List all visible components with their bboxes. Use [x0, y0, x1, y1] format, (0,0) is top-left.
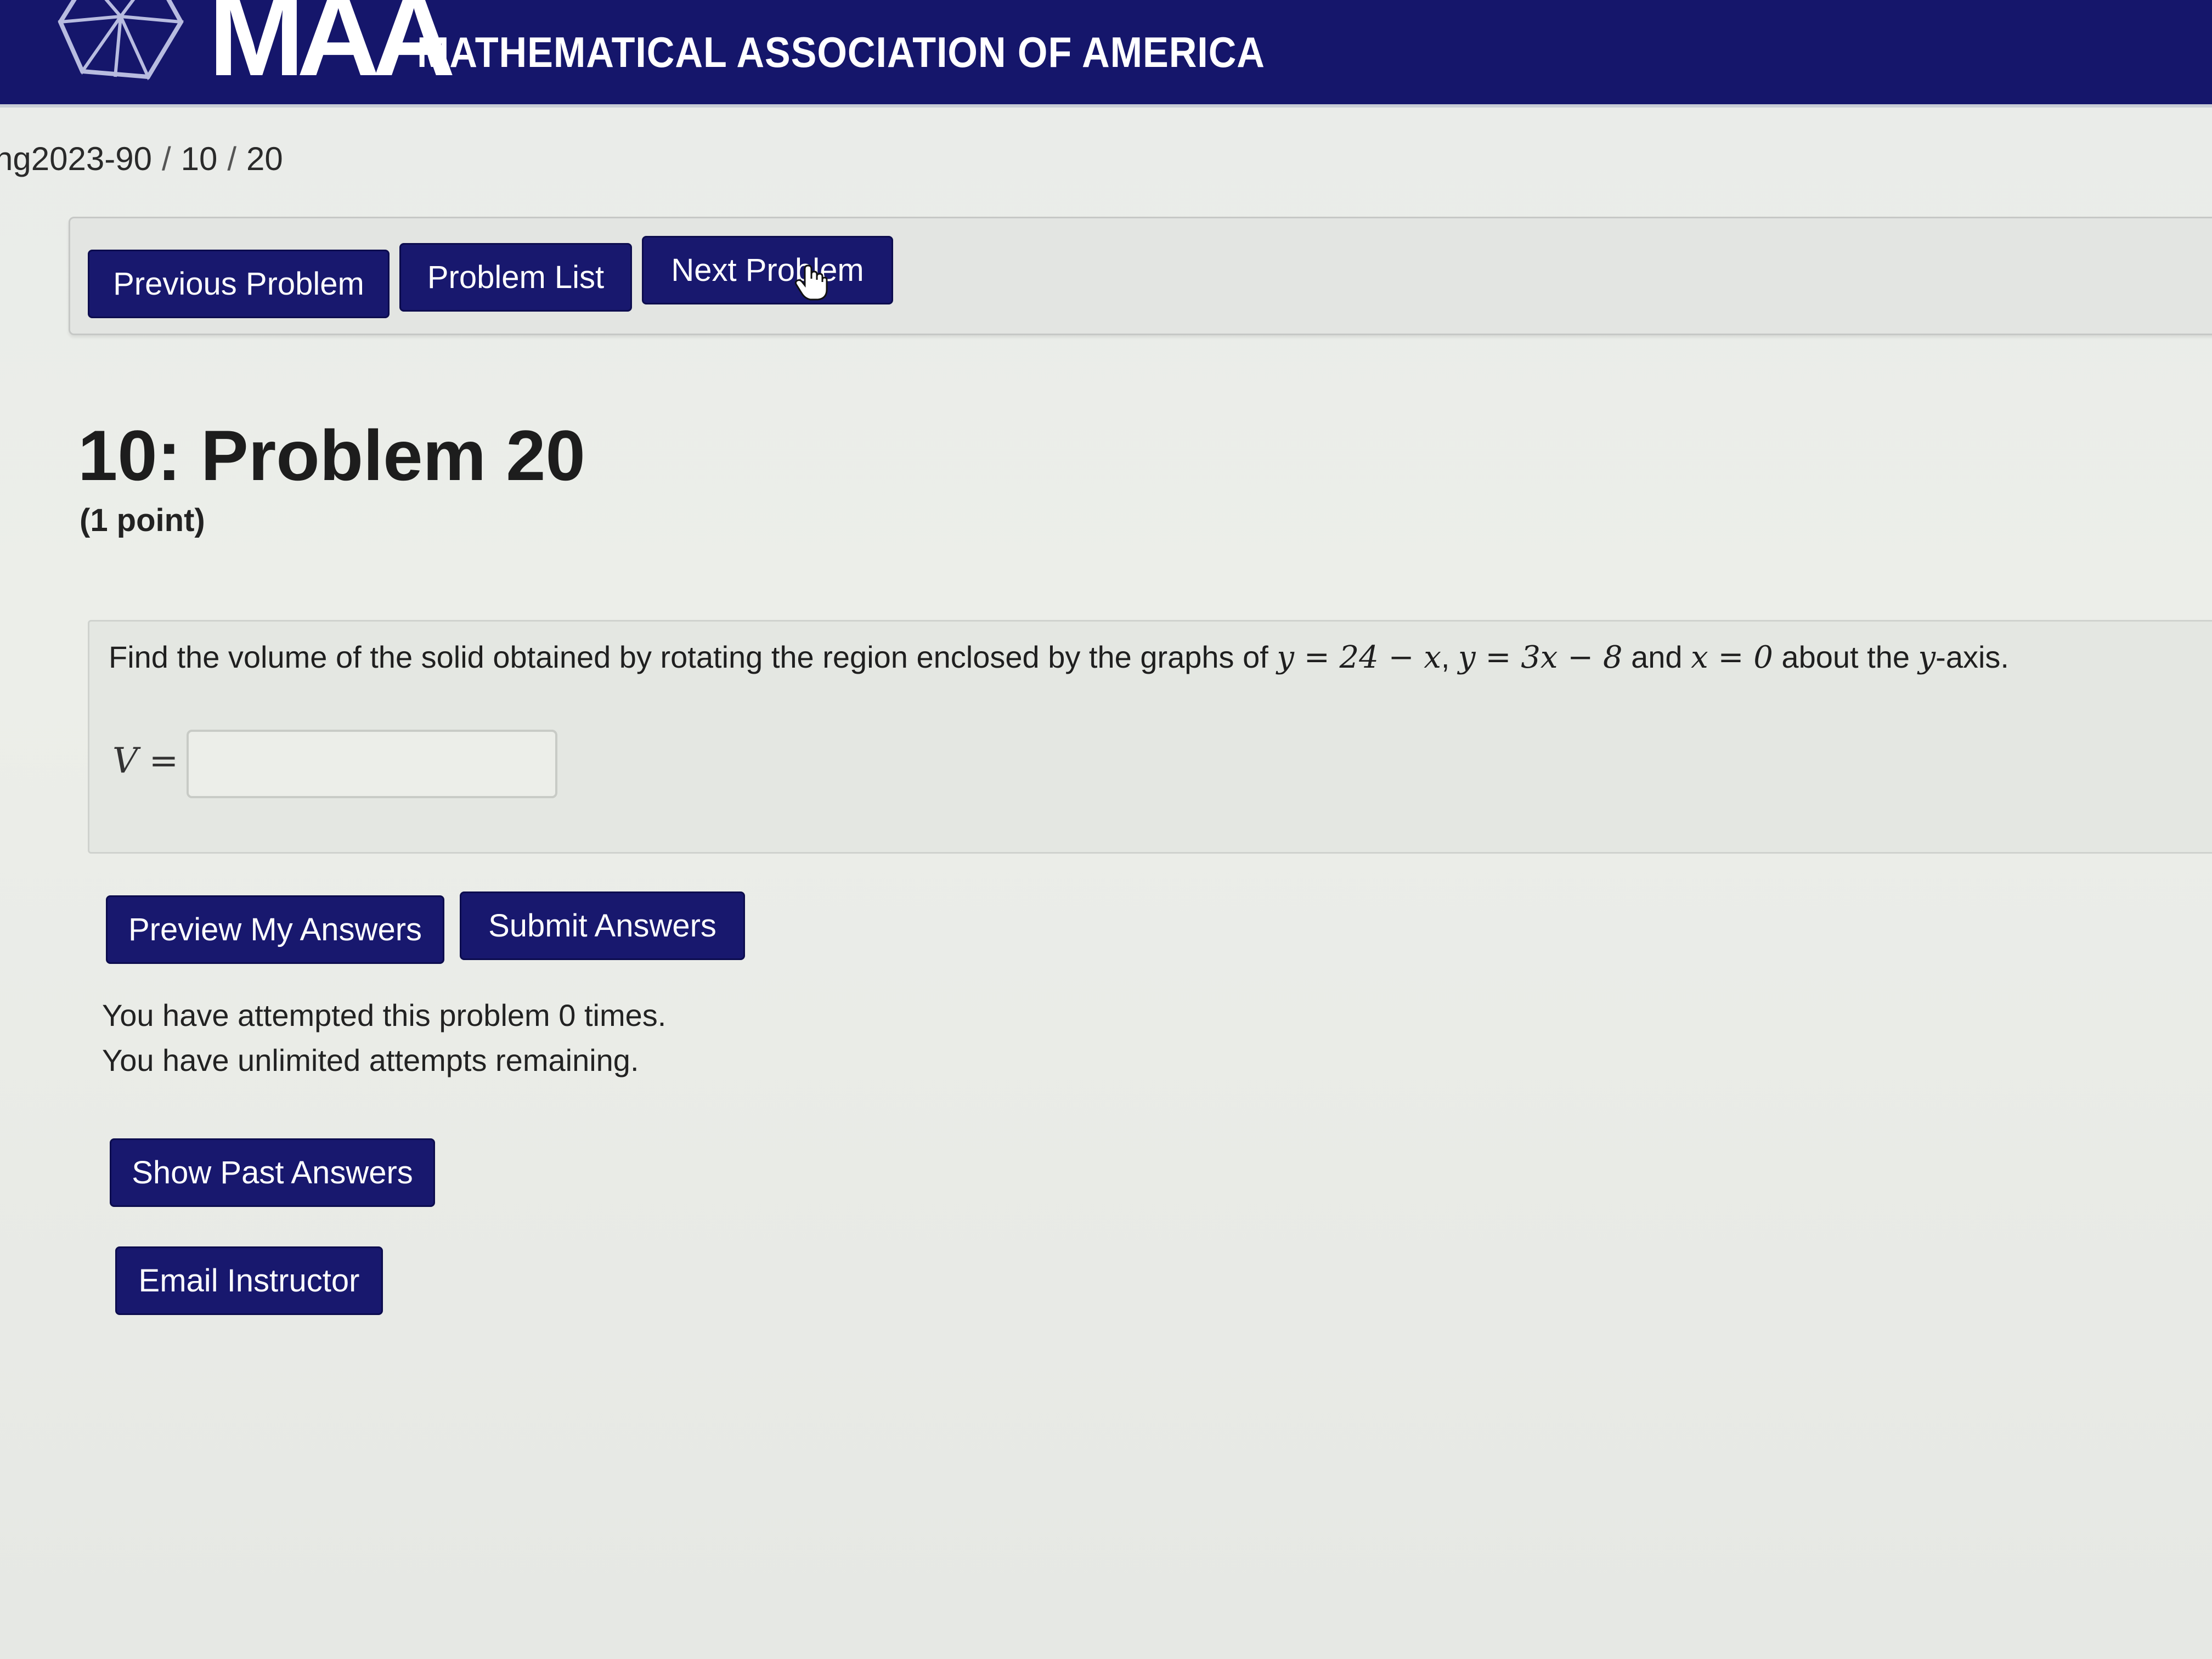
attempts-remaining-text: You have unlimited attempts remaining.: [102, 1043, 639, 1077]
previous-problem-button[interactable]: Previous Problem: [88, 250, 390, 318]
equation-2: y = 3x − 8: [1458, 640, 1623, 675]
problem-nav-bar: [69, 217, 2212, 335]
attempts-status: You have attempted this problem 0 times.…: [102, 993, 666, 1083]
breadcrumb-problem: 20: [246, 140, 283, 177]
breadcrumb-course[interactable]: ng2023-90: [0, 140, 152, 177]
breadcrumb: ng2023-90/10/20: [0, 140, 283, 178]
breadcrumb-set[interactable]: 10: [181, 140, 218, 177]
polyhedron-logo-icon: [58, 0, 184, 81]
problem-title: 10: Problem 20: [78, 415, 585, 495]
axis-variable: y: [1918, 640, 1936, 675]
attempts-count-text: You have attempted this problem 0 times.: [102, 998, 667, 1032]
equation-3: x = 0: [1691, 640, 1773, 675]
statement-comma: ,: [1441, 640, 1459, 674]
problem-list-button[interactable]: Problem List: [399, 243, 632, 312]
email-instructor-button[interactable]: Email Instructor: [115, 1246, 383, 1315]
logo-full-text: MATHEMATICAL ASSOCIATION OF AMERICA: [417, 28, 1265, 76]
next-problem-button[interactable]: Next Problem: [642, 236, 893, 304]
preview-answers-button[interactable]: Preview My Answers: [106, 895, 444, 964]
statement-axis-suffix: -axis.: [1936, 640, 2009, 674]
submit-answers-button[interactable]: Submit Answers: [460, 891, 745, 960]
show-past-answers-button[interactable]: Show Past Answers: [110, 1138, 435, 1207]
hand-cursor-icon: [794, 264, 828, 301]
logo-short-text: MAA: [208, 0, 455, 100]
answer-input[interactable]: [187, 730, 557, 798]
problem-statement: Find the volume of the solid obtained by…: [109, 639, 2009, 675]
equation-1: y = 24 − x: [1277, 640, 1441, 675]
statement-about: about the: [1773, 640, 1918, 674]
answer-label: V =: [112, 741, 179, 781]
site-header: MAA MATHEMATICAL ASSOCIATION OF AMERICA: [0, 0, 2212, 108]
breadcrumb-separator: /: [227, 140, 237, 177]
statement-and: and: [1622, 640, 1691, 674]
breadcrumb-separator: /: [161, 140, 171, 177]
webwork-page: MAA MATHEMATICAL ASSOCIATION OF AMERICA …: [0, 0, 2212, 1659]
statement-intro: Find the volume of the solid obtained by…: [109, 640, 1277, 674]
problem-points: (1 point): [80, 503, 205, 538]
